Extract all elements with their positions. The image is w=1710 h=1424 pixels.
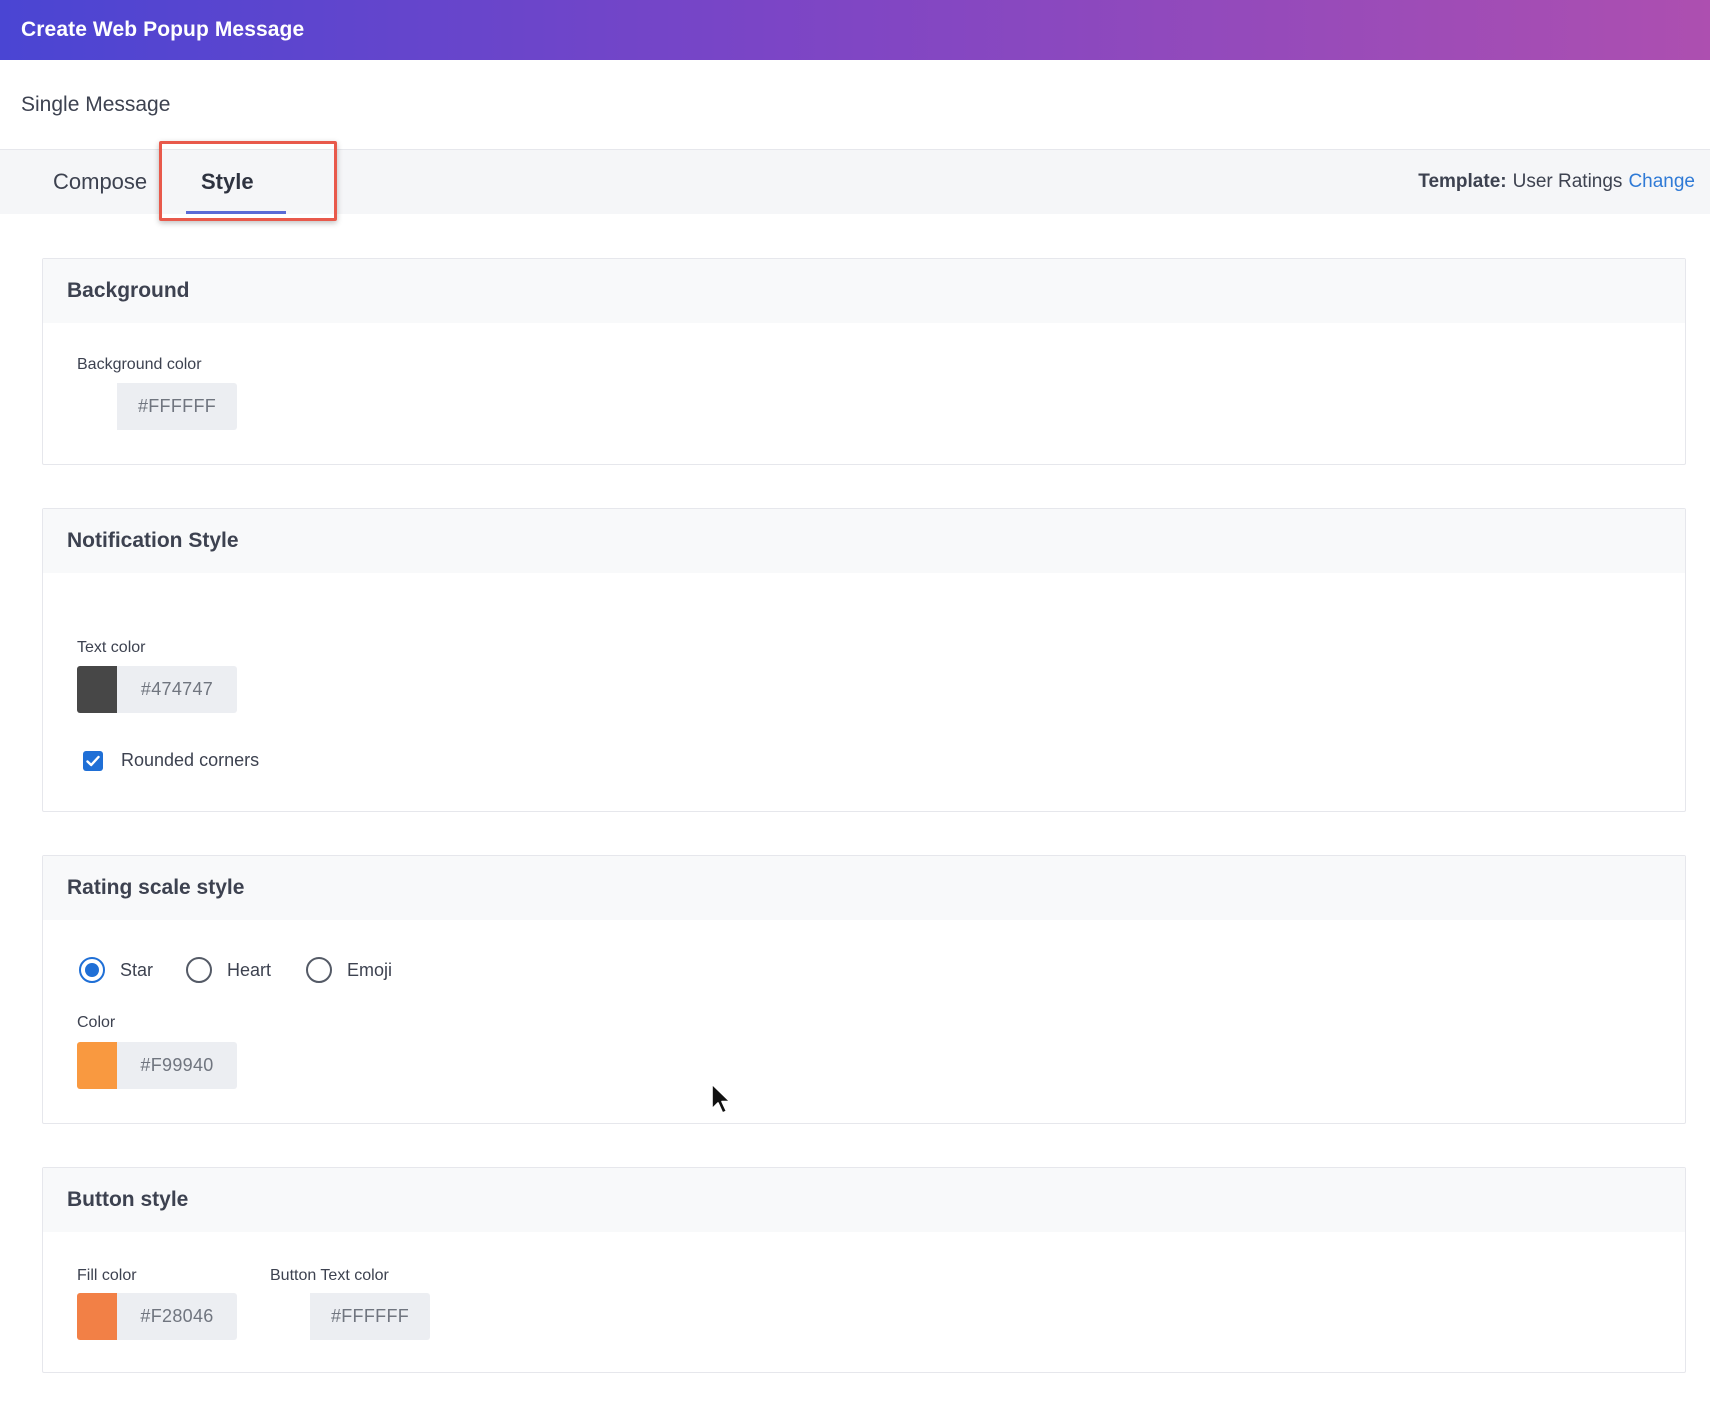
rating-option-label: Heart [227, 959, 272, 980]
tab-style[interactable]: Style [201, 150, 254, 214]
section-title: Button style [43, 1168, 1685, 1232]
radio-unselected-icon[interactable] [306, 957, 332, 983]
fill-color-label: Fill color [77, 1267, 137, 1284]
template-info: Template: User Ratings Change [1418, 150, 1695, 214]
rating-color-hex-input[interactable]: #F99940 [117, 1042, 237, 1089]
background-color-label: Background color [77, 356, 202, 373]
rating-color-picker[interactable]: #F99940 [77, 1042, 237, 1089]
fill-color-swatch[interactable] [77, 1293, 117, 1340]
mouse-cursor-icon [711, 1083, 731, 1114]
text-color-swatch[interactable] [77, 666, 117, 713]
button-text-color-swatch[interactable] [270, 1293, 310, 1340]
message-type-label: Single Message [21, 92, 171, 116]
rating-color-swatch[interactable] [77, 1042, 117, 1089]
background-section: Background Background color #FFFFFF [42, 258, 1686, 465]
rating-option-star[interactable]: Star [79, 957, 153, 983]
section-title: Background [43, 259, 1685, 323]
radio-unselected-icon[interactable] [186, 957, 212, 983]
change-template-link[interactable]: Change [1628, 171, 1695, 193]
app-header: Create Web Popup Message [0, 0, 1710, 60]
fill-color-hex-input[interactable]: #F28046 [117, 1293, 237, 1340]
template-name: User Ratings [1512, 171, 1623, 192]
message-type-bar: Single Message [0, 60, 1710, 150]
button-style-section: Button style Fill color #F28046 Button T… [42, 1167, 1686, 1373]
rating-scale-section: Rating scale style Star Heart Emoji Colo… [42, 855, 1686, 1124]
rating-option-label: Emoji [347, 959, 393, 980]
tab-compose[interactable]: Compose [53, 150, 147, 214]
notification-style-section: Notification Style Text color #474747 Ro… [42, 508, 1686, 812]
rounded-corners-label: Rounded corners [121, 750, 260, 770]
radio-selected-icon[interactable] [79, 957, 105, 983]
text-color-picker[interactable]: #474747 [77, 666, 237, 713]
button-text-color-picker[interactable]: #FFFFFF [270, 1293, 430, 1340]
active-tab-indicator [186, 211, 286, 214]
fill-color-picker[interactable]: #F28046 [77, 1293, 237, 1340]
rounded-corners-checkbox[interactable]: Rounded corners [83, 750, 259, 771]
rating-option-emoji[interactable]: Emoji [306, 957, 392, 983]
text-color-label: Text color [77, 639, 146, 656]
text-color-hex-input[interactable]: #474747 [117, 666, 237, 713]
rating-color-label: Color [77, 1014, 116, 1031]
template-label: Template: [1418, 171, 1507, 192]
section-title: Notification Style [43, 509, 1685, 573]
background-color-hex-input[interactable]: #FFFFFF [117, 383, 237, 430]
button-text-color-hex-input[interactable]: #FFFFFF [310, 1293, 430, 1340]
section-title: Rating scale style [43, 856, 1685, 920]
page-title: Create Web Popup Message [21, 18, 305, 41]
background-color-swatch[interactable] [77, 383, 117, 430]
background-color-picker[interactable]: #FFFFFF [77, 383, 237, 430]
rating-option-label: Star [120, 959, 154, 980]
checkbox-checked-icon[interactable] [83, 750, 103, 771]
button-text-color-label: Button Text color [270, 1267, 389, 1284]
rating-option-heart[interactable]: Heart [186, 957, 271, 983]
